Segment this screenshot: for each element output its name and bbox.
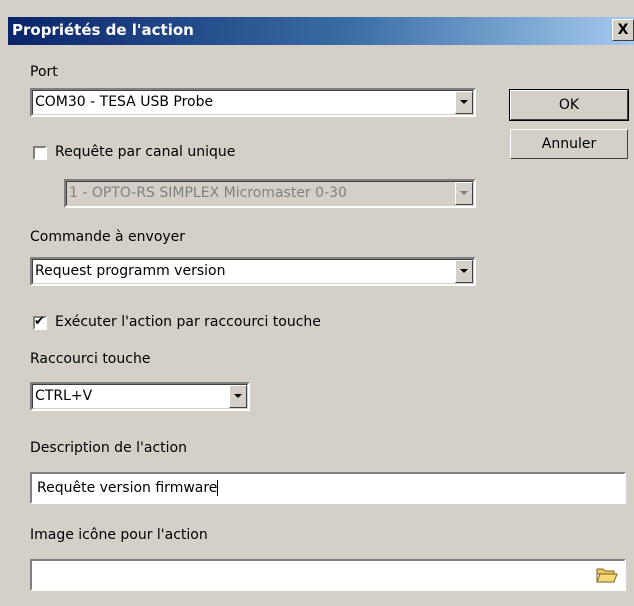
text-caret bbox=[217, 480, 219, 496]
chevron-down-icon bbox=[455, 182, 473, 205]
description-value: Requête version firmware bbox=[37, 480, 219, 496]
port-value: COM30 - TESA USB Probe bbox=[35, 94, 214, 110]
shortcut-exec-checkbox[interactable]: ✔ bbox=[33, 314, 47, 330]
chevron-down-icon[interactable] bbox=[229, 385, 247, 408]
shortcut-value: CTRL+V bbox=[35, 388, 93, 404]
icon-image-label: Image icône pour l'action bbox=[30, 527, 208, 543]
port-dropdown[interactable]: COM30 - TESA USB Probe bbox=[30, 88, 476, 117]
shortcut-exec-label: Exécuter l'action par raccourci touche bbox=[55, 314, 321, 330]
folder-open-icon[interactable] bbox=[596, 566, 618, 584]
description-input[interactable]: Requête version firmware bbox=[30, 472, 626, 504]
channel-dropdown: 1 - OPTO-RS SIMPLEX Micromaster 0-30 bbox=[64, 179, 476, 208]
ok-button[interactable]: OK bbox=[509, 89, 629, 121]
chevron-down-icon[interactable] bbox=[455, 91, 473, 114]
close-icon: X bbox=[617, 22, 629, 38]
shortcut-label: Raccourci touche bbox=[30, 351, 151, 367]
action-properties-dialog: Propriétés de l'action X Port COM30 - TE… bbox=[0, 0, 634, 606]
single-channel-label: Requête par canal unique bbox=[55, 144, 236, 160]
shortcut-dropdown[interactable]: CTRL+V bbox=[30, 382, 250, 411]
command-label: Commande à envoyer bbox=[30, 229, 186, 245]
command-value: Request programm version bbox=[35, 263, 226, 279]
cancel-button[interactable]: Annuler bbox=[510, 129, 628, 159]
cancel-button-label: Annuler bbox=[541, 136, 597, 152]
channel-value: 1 - OPTO-RS SIMPLEX Micromaster 0-30 bbox=[69, 185, 347, 201]
command-dropdown[interactable]: Request programm version bbox=[30, 257, 476, 286]
close-button[interactable]: X bbox=[612, 19, 634, 41]
window-title: Propriétés de l'action bbox=[12, 21, 194, 39]
port-label: Port bbox=[30, 64, 58, 80]
checkmark-icon: ✔ bbox=[34, 314, 45, 329]
ok-button-label: OK bbox=[558, 97, 580, 113]
description-label: Description de l'action bbox=[30, 440, 187, 456]
chevron-down-icon[interactable] bbox=[455, 260, 473, 283]
title-bar[interactable]: Propriétés de l'action X bbox=[8, 17, 634, 45]
icon-image-input[interactable] bbox=[30, 559, 626, 591]
single-channel-checkbox[interactable] bbox=[33, 146, 47, 160]
description-text: Requête version firmware bbox=[37, 480, 218, 496]
